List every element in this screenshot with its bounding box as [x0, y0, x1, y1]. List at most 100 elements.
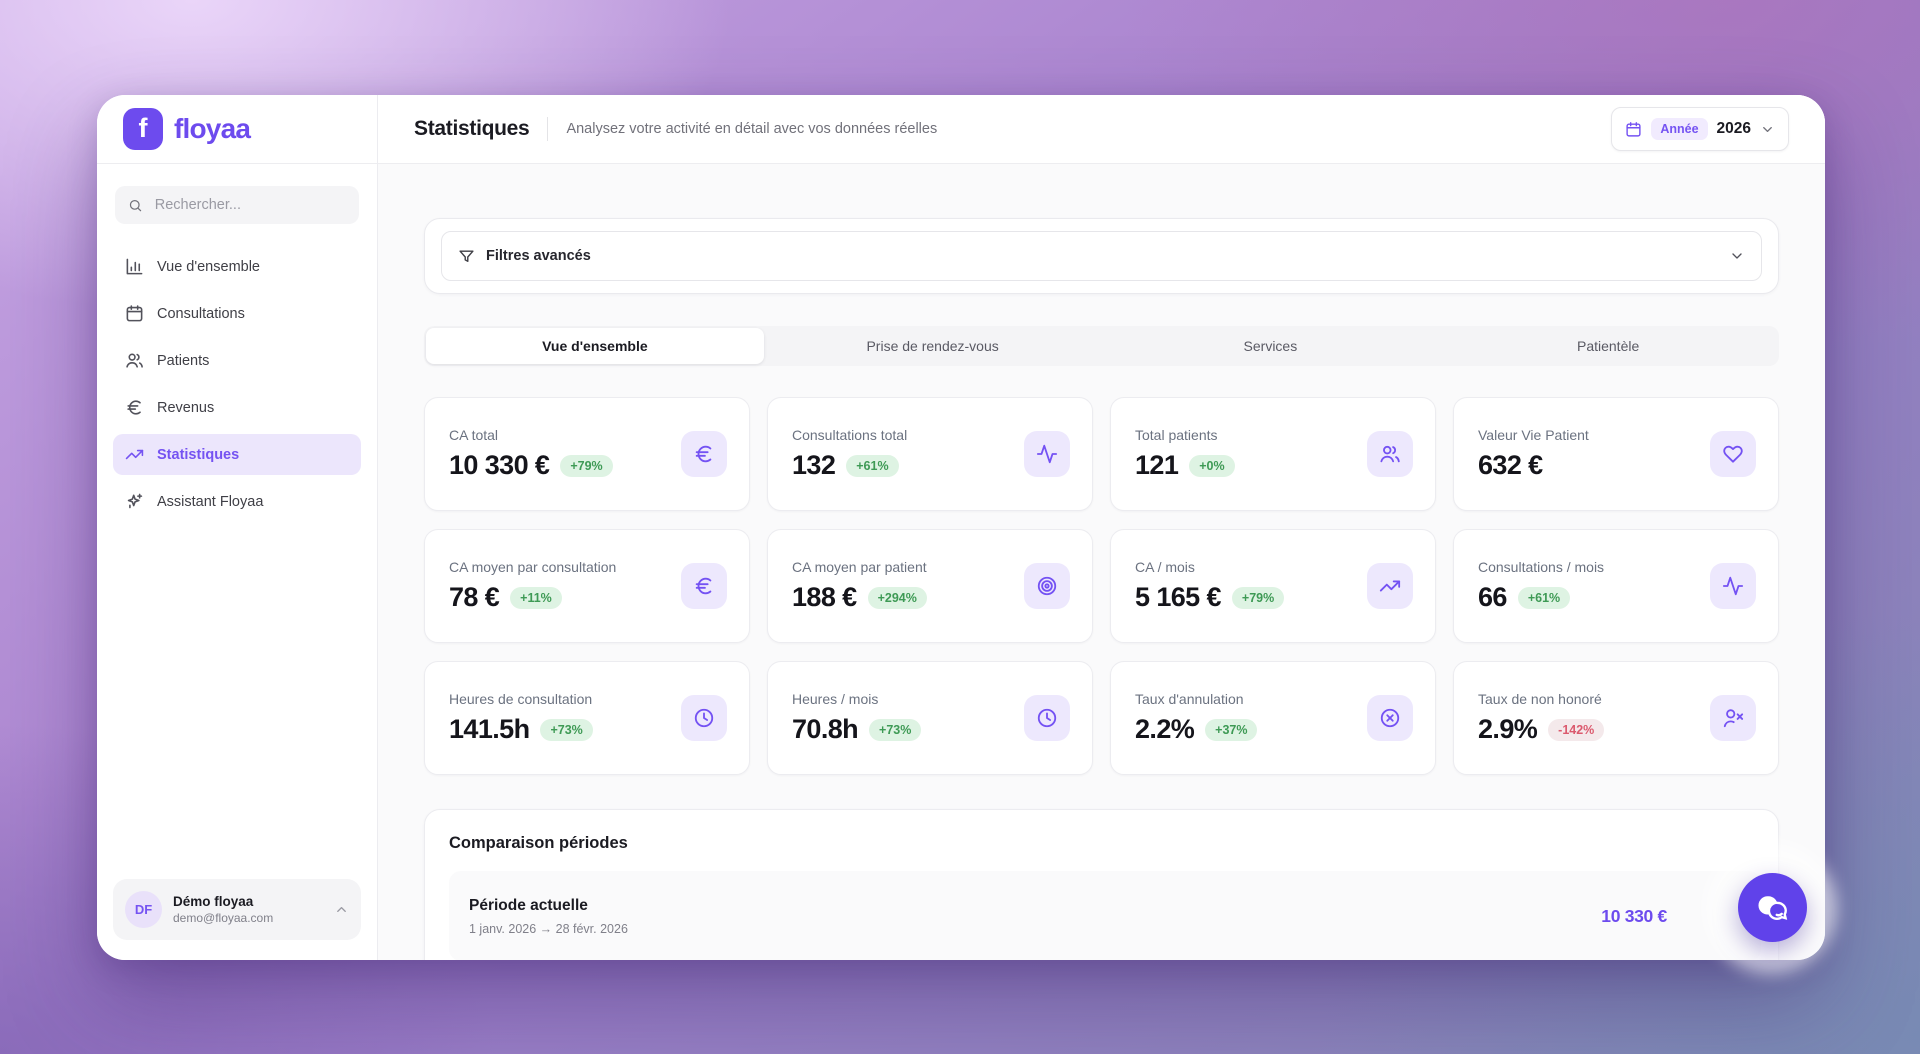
stat-card-heures-consultation: Heures de consultation 141.5h +73% — [424, 661, 750, 775]
sidebar-item-vue-densemble[interactable]: Vue d'ensemble — [113, 246, 361, 287]
stat-value: 121 — [1135, 450, 1178, 481]
search-box[interactable] — [115, 186, 359, 224]
stat-value: 70.8h — [792, 714, 858, 745]
stat-label: Taux d'annulation — [1135, 691, 1257, 707]
tab-prise-de-rendez-vous[interactable]: Prise de rendez-vous — [764, 328, 1102, 364]
stat-delta-badge: -142% — [1548, 719, 1604, 741]
chat-button[interactable] — [1738, 873, 1807, 942]
chat-bubbles-icon — [1755, 890, 1791, 926]
stat-label: Valeur Vie Patient — [1478, 427, 1589, 443]
sidebar-item-consultations[interactable]: Consultations — [113, 293, 361, 334]
stat-delta-badge: +294% — [868, 587, 927, 609]
year-badge: Année — [1651, 118, 1707, 140]
stat-card-valeur-vie-patient: Valeur Vie Patient 632 € — [1453, 397, 1779, 511]
target-icon — [1024, 563, 1070, 609]
chevron-down-icon — [1760, 122, 1775, 137]
sidebar-item-revenus[interactable]: Revenus — [113, 387, 361, 428]
period-label: Période actuelle — [469, 897, 628, 915]
sparkles-icon — [125, 492, 144, 511]
sidebar-item-patients[interactable]: Patients — [113, 340, 361, 381]
stat-value: 141.5h — [449, 714, 529, 745]
stat-value: 5 165 € — [1135, 582, 1221, 613]
stat-label: CA moyen par consultation — [449, 559, 616, 575]
calendar-icon — [125, 304, 144, 323]
stat-value: 78 € — [449, 582, 499, 613]
filters-card: Filtres avancés — [424, 218, 1779, 294]
page-subtitle: Analysez votre activité en détail avec v… — [566, 121, 937, 137]
heart-icon — [1710, 431, 1756, 477]
sidebar-item-label: Statistiques — [157, 447, 239, 463]
user-menu[interactable]: DF Démo floyaa demo@floyaa.com — [113, 879, 361, 940]
stat-label: CA total — [449, 427, 613, 443]
stat-value: 2.2% — [1135, 714, 1194, 745]
stat-label: Consultations / mois — [1478, 559, 1604, 575]
activity-icon — [1710, 563, 1756, 609]
filters-label: Filtres avancés — [486, 248, 591, 264]
stat-label: Heures de consultation — [449, 691, 593, 707]
stat-label: Total patients — [1135, 427, 1235, 443]
sidebar-item-label: Vue d'ensemble — [157, 259, 260, 275]
tab-services[interactable]: Services — [1102, 328, 1440, 364]
stat-card-ca-moyen-patient: CA moyen par patient 188 €+294% — [767, 529, 1093, 643]
advanced-filters-toggle[interactable]: Filtres avancés — [441, 231, 1762, 281]
sidebar-item-statistiques[interactable]: Statistiques — [113, 434, 361, 475]
year-selector[interactable]: Année 2026 — [1611, 107, 1789, 151]
chevron-up-icon — [334, 902, 349, 917]
stat-card-taux-annulation: Taux d'annulation 2.2% +37% — [1110, 661, 1436, 775]
stat-delta-badge: +0% — [1189, 455, 1234, 477]
user-email: demo@floyaa.com — [173, 911, 273, 925]
stat-label: Heures / mois — [792, 691, 921, 707]
stat-delta-badge: +73% — [540, 719, 592, 741]
clock-icon — [681, 695, 727, 741]
sidebar-item-label: Consultations — [157, 306, 245, 322]
comparison-section: Comparaison périodes Période actuelle 1 … — [424, 809, 1779, 960]
stat-label: Consultations total — [792, 427, 907, 443]
stat-delta-badge: +37% — [1205, 719, 1257, 741]
stat-delta-badge: +11% — [510, 587, 562, 609]
trending-up-icon — [125, 445, 144, 464]
stats-grid: CA total 10 330 €+79% Consultations tota… — [424, 397, 1779, 775]
logo-wordmark: floyaa — [174, 113, 250, 145]
chevron-down-icon — [1729, 248, 1745, 264]
stat-delta-badge: +79% — [560, 455, 612, 477]
stat-card-ca-total: CA total 10 330 €+79% — [424, 397, 750, 511]
stat-card-ca-moyen-consultation: CA moyen par consultation 78 € +11% — [424, 529, 750, 643]
logo: f floyaa — [97, 95, 377, 164]
comparison-row[interactable]: Période actuelle 1 janv. 2026 → 28 févr.… — [449, 871, 1761, 960]
stat-value: 132 — [792, 450, 835, 481]
stat-card-consultations-total: Consultations total 132 +61% — [767, 397, 1093, 511]
stat-delta-badge: +73% — [869, 719, 921, 741]
activity-icon — [1024, 431, 1070, 477]
page-title: Statistiques — [414, 117, 529, 141]
header-divider — [547, 117, 548, 141]
tab-vue-densemble[interactable]: Vue d'ensemble — [426, 328, 764, 364]
floyaa-logo-icon: f — [123, 108, 163, 150]
stat-label: CA moyen par patient — [792, 559, 927, 575]
trending-up-icon — [1367, 563, 1413, 609]
calendar-icon — [1625, 121, 1642, 138]
user-x-icon — [1710, 695, 1756, 741]
chart-column-icon — [125, 257, 144, 276]
sidebar-item-assistant-floyaa[interactable]: Assistant Floyaa — [113, 481, 361, 522]
stats-tabs: Vue d'ensemble Prise de rendez-vous Serv… — [424, 326, 1779, 366]
x-circle-icon — [1367, 695, 1413, 741]
search-input[interactable] — [153, 196, 346, 214]
comparison-title: Comparaison périodes — [449, 834, 1761, 853]
stat-card-consultations-mois: Consultations / mois 66+61% — [1453, 529, 1779, 643]
content: Filtres avancés Vue d'ensemble Prise de … — [378, 164, 1825, 960]
stat-value: 66 — [1478, 582, 1507, 613]
search-icon — [128, 197, 143, 214]
sidebar-item-label: Revenus — [157, 400, 214, 416]
stat-value: 632 € — [1478, 450, 1543, 481]
main-area: Statistiques Analysez votre activité en … — [378, 95, 1825, 960]
tab-patientele[interactable]: Patientèle — [1439, 328, 1777, 364]
year-value: 2026 — [1717, 120, 1751, 138]
stat-delta-badge: +61% — [846, 455, 898, 477]
stat-delta-badge: +79% — [1232, 587, 1284, 609]
stat-card-taux-non-honore: Taux de non honoré 2.9%-142% — [1453, 661, 1779, 775]
period-range: 1 janv. 2026 → 28 févr. 2026 — [469, 922, 628, 936]
euro-icon — [681, 563, 727, 609]
euro-icon — [125, 398, 144, 417]
stat-card-heures-mois: Heures / mois 70.8h +73% — [767, 661, 1093, 775]
clock-icon — [1024, 695, 1070, 741]
